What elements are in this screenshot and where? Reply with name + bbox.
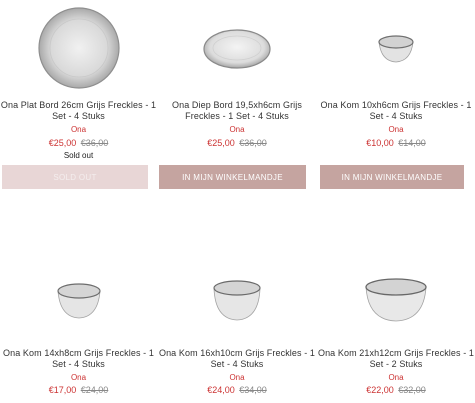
small-bowl-icon [378, 34, 414, 62]
price-now: €10,00 [366, 138, 394, 148]
product-title[interactable]: Ona Diep Bord 19,5xh6cm Grijs Freckles -… [157, 100, 317, 122]
price-was: €24,00 [80, 385, 109, 395]
bowl-icon [56, 283, 101, 319]
product-price: €17,00 €24,00 [0, 385, 157, 395]
product-image-link[interactable] [0, 255, 157, 345]
deep-bowl-icon [213, 280, 261, 321]
product-brand[interactable]: Ona [157, 125, 317, 134]
add-to-cart-button[interactable]: IN MIJN WINKELMANDJE [320, 165, 464, 189]
price-now: €17,00 [48, 385, 77, 395]
product-title[interactable]: Ona Kom 14xh8cm Grijs Freckles - 1 Set -… [0, 348, 157, 370]
product-brand[interactable]: Ona [0, 373, 157, 382]
product-card: Ona Kom 10xh6cm Grijs Freckles - 1 Set -… [317, 0, 475, 200]
price-now: €24,00 [207, 385, 235, 395]
product-card: Ona Kom 16xh10cm Grijs Freckles - 1 Set … [157, 200, 317, 403]
product-price: €25,00 €36,00 [0, 138, 157, 148]
product-image-link[interactable] [157, 255, 317, 345]
product-card: Ona Kom 14xh8cm Grijs Freckles - 1 Set -… [0, 200, 157, 403]
product-brand[interactable]: Ona [317, 125, 475, 134]
sold-out-button[interactable]: SOLD OUT [2, 165, 148, 189]
stock-status: Sold out [63, 151, 94, 160]
add-to-cart-button[interactable]: IN MIJN WINKELMANDJE [159, 165, 306, 189]
product-image-link[interactable] [317, 0, 475, 95]
product-grid: Ona Plat Bord 26cm Grijs Freckles - 1 Se… [0, 0, 475, 403]
price-now: €25,00 [207, 138, 235, 148]
large-bowl-icon [365, 278, 427, 322]
product-title[interactable]: Ona Kom 16xh10cm Grijs Freckles - 1 Set … [157, 348, 317, 370]
product-image-link[interactable] [317, 255, 475, 345]
deep-plate-icon [203, 28, 271, 69]
product-brand[interactable]: Ona [157, 373, 317, 382]
price-now: €25,00 [48, 138, 77, 148]
product-title[interactable]: Ona Kom 21xh12cm Grijs Freckles - 1 Set … [317, 348, 475, 370]
price-was: €14,00 [398, 138, 426, 148]
flat-plate-icon [37, 6, 120, 89]
product-price: €24,00 €34,00 [157, 385, 317, 395]
price-was: €32,00 [398, 385, 426, 395]
product-price: €10,00 €14,00 [317, 138, 475, 148]
product-brand[interactable]: Ona [0, 125, 157, 134]
price-was: €36,00 [80, 138, 109, 148]
product-title[interactable]: Ona Kom 10xh6cm Grijs Freckles - 1 Set -… [317, 100, 475, 122]
product-price: €22,00 €32,00 [317, 385, 475, 395]
product-card: Ona Plat Bord 26cm Grijs Freckles - 1 Se… [0, 0, 157, 200]
product-card: Ona Kom 21xh12cm Grijs Freckles - 1 Set … [317, 200, 475, 403]
product-title[interactable]: Ona Plat Bord 26cm Grijs Freckles - 1 Se… [0, 100, 157, 122]
price-was: €36,00 [239, 138, 267, 148]
product-card: Ona Diep Bord 19,5xh6cm Grijs Freckles -… [157, 0, 317, 200]
product-brand[interactable]: Ona [317, 373, 475, 382]
product-image-link[interactable] [0, 0, 157, 95]
price-now: €22,00 [366, 385, 394, 395]
product-image-link[interactable] [157, 0, 317, 95]
price-was: €34,00 [239, 385, 267, 395]
product-price: €25,00 €36,00 [157, 138, 317, 148]
